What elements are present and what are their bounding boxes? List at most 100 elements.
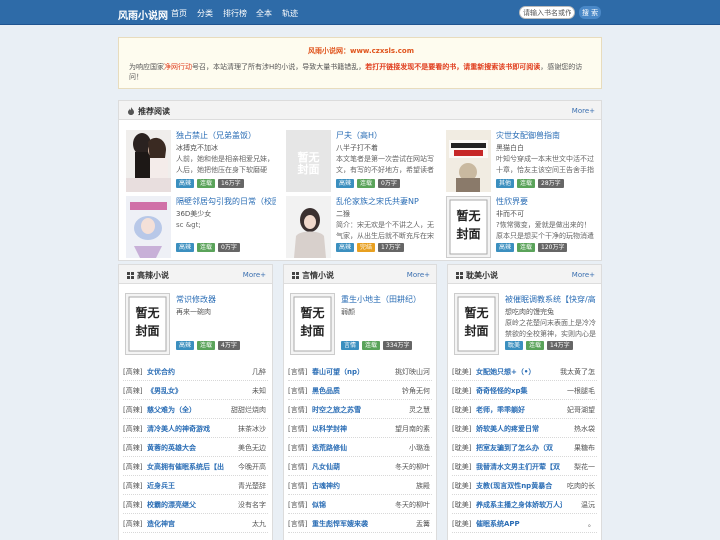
list-item-title[interactable]: 慈父难为（全） — [147, 405, 233, 415]
tag-size: 28万字 — [538, 179, 564, 188]
featured-title[interactable]: 重生小地主（田耕纪） — [341, 294, 433, 305]
list-item: [高辣] 慈父难为（全） 甜甜烂烧肉 — [123, 400, 268, 419]
column-more-link[interactable]: More+ — [572, 271, 595, 279]
default-cover-text: 暂无 封面 — [297, 151, 320, 176]
list-item-category: [高辣] — [123, 368, 143, 376]
list-item-category: [耽美] — [452, 463, 472, 471]
featured-tags: 耽美 连载 14万字 — [505, 340, 576, 350]
list-item: [言情] 古魂神约 族殿 — [288, 476, 432, 495]
list-item-category: [言情] — [288, 520, 308, 528]
list-item-title[interactable]: 养成系主播之身体娇软万人迷 — [476, 500, 562, 510]
book-title[interactable]: 独占禁止（兄弟盖饭） — [176, 130, 274, 141]
nav-history[interactable]: 轨迹 — [282, 8, 298, 19]
list-item-title[interactable]: 古魂神约 — [312, 481, 398, 491]
tag-category[interactable]: 其他 — [496, 179, 515, 188]
list-item-title[interactable]: 清冷美人的神奇游戏 — [147, 424, 233, 434]
book-title[interactable]: 乱伦家族之宋氏共妻NP — [336, 196, 436, 207]
featured-title[interactable]: 被催眠调教系统【快穿/高 — [505, 294, 597, 305]
list-item-title[interactable]: 支教(现言双性np黄暴合 — [476, 481, 562, 491]
notice-text: 号召，本站清理了所有涉H的小说，导致大量书籍错乱， — [192, 63, 366, 71]
list-item-title[interactable]: 重生彪悍军嫂来袭 — [312, 519, 398, 529]
list-item-title[interactable]: 逃荒路修仙 — [312, 443, 398, 453]
list-item-category: [言情] — [288, 501, 308, 509]
book-title[interactable]: 性欣界要 — [496, 196, 596, 207]
tag-category[interactable]: 高辣 — [336, 243, 355, 252]
book-tags: 高辣 连载 0万字 — [176, 242, 243, 252]
list-item-title[interactable]: 黑色品质 — [312, 386, 398, 396]
site-logo[interactable]: 风雨小说网 — [118, 7, 168, 22]
list-item-title[interactable]: 把室友骗到了怎么办（双 — [476, 443, 562, 453]
list-item-title[interactable]: 近身兵王 — [147, 481, 233, 491]
list-item-title[interactable]: 催眠系统APP — [476, 519, 562, 529]
list-item-title[interactable]: 奇奇怪怪的xp集 — [476, 386, 562, 396]
tag-category[interactable]: 高辣 — [176, 179, 195, 188]
tag-category[interactable]: 耽美 — [505, 341, 524, 350]
featured-cover[interactable]: 暂无 封面 — [125, 293, 170, 355]
list-item-title[interactable]: 校霸的漂亮继父 — [147, 500, 233, 510]
nav-ranking[interactable]: 排行榜 — [223, 8, 247, 19]
nav-complete[interactable]: 全本 — [256, 8, 272, 19]
list-item-title[interactable]: 以科学封神 — [312, 424, 398, 434]
book-title[interactable]: 隔壁邻居勾引我的日常（校园 — [176, 196, 276, 207]
tag-category[interactable]: 言情 — [341, 341, 360, 350]
list-item-title[interactable]: 时空之旅之苏雪 — [312, 405, 398, 415]
list-item-author: 今晚开高 — [238, 463, 266, 471]
list-item-title[interactable]: 我替清水文男主们开荤【双 — [476, 462, 562, 472]
book-cover-default[interactable]: 暂无 封面 — [286, 130, 331, 192]
svg-text:暂无: 暂无 — [456, 208, 480, 223]
book-title[interactable]: 灾世女配御兽指南 — [496, 130, 596, 141]
list-item-title[interactable]: 似锦 — [312, 500, 398, 510]
list-item-category: [言情] — [288, 444, 308, 452]
featured-cover[interactable]: 暂无 封面 — [290, 293, 335, 355]
list-item-category: [言情] — [288, 387, 308, 395]
book-desc: 本文笔者是第一次尝试在网站写文，有写的不好地方，希望读者大 — [336, 155, 434, 174]
search-input[interactable] — [519, 6, 575, 19]
notice-body: 为响应国家净网行动号召，本站清理了所有涉H的小说，导致大量书籍错乱，若打开链接发… — [129, 62, 593, 82]
column-more-link[interactable]: More+ — [407, 271, 430, 279]
list-item-author: 我太黄了怎 — [560, 368, 595, 376]
column-more-link[interactable]: More+ — [243, 271, 266, 279]
svg-text:暂无: 暂无 — [300, 305, 324, 320]
fire-icon — [128, 107, 134, 115]
recommend-header: 推荐阅读 More+ — [119, 101, 601, 120]
tag-category[interactable]: 高辣 — [496, 243, 515, 252]
nav-home[interactable]: 首页 — [171, 8, 187, 19]
list-item-title[interactable]: 春山可望（np） — [312, 367, 398, 377]
list-item-author: 几醉 — [252, 368, 266, 376]
book-cover[interactable] — [446, 130, 491, 192]
list-item-title[interactable]: 《男乱女》 — [147, 386, 233, 396]
featured-cover[interactable]: 暂无 封面 — [454, 293, 499, 355]
tag-category[interactable]: 高辣 — [176, 243, 195, 252]
book-title[interactable]: 尸夫（高H） — [336, 130, 434, 141]
book-cover-default[interactable]: 暂无 封面 — [446, 196, 491, 258]
tag-size: 14万字 — [547, 341, 573, 350]
list-item-title[interactable]: 造化神宫 — [147, 519, 233, 529]
recommend-more-link[interactable]: More+ — [572, 107, 595, 115]
list-item-author: 吃肉的长 — [567, 482, 595, 490]
list-item-title[interactable]: 女高拥有催眠系统后【出 — [147, 462, 233, 472]
list-item-author: 热水袋 — [574, 425, 595, 433]
list-item-author: 抹茶冰沙 — [238, 425, 266, 433]
list-item-title[interactable]: 娇软美人的疼爱日常 — [476, 424, 562, 434]
list-item-title[interactable]: 老师，乖乖躺好 — [476, 405, 562, 415]
list-item-title[interactable]: 黄蓉的英雄大会 — [147, 443, 233, 453]
nav-category[interactable]: 分类 — [197, 8, 213, 19]
book-cover[interactable] — [286, 196, 331, 258]
list-item-title[interactable]: 女优合约 — [147, 367, 233, 377]
book-author: 二猴 — [336, 210, 350, 218]
book-author: 36D美少女 — [176, 210, 212, 218]
featured-desc: 原岭之花楚问末表面上是冷冷禁欲的全校第神，实则内心是 — [505, 319, 596, 338]
featured-title[interactable]: 常识修改器 — [176, 294, 268, 305]
tag-category[interactable]: 高辣 — [176, 341, 195, 350]
list-item-title[interactable]: 女配她只想+（•） — [476, 367, 562, 377]
recommend-title-text: 推荐阅读 — [138, 107, 170, 116]
tag-category[interactable]: 高辣 — [336, 179, 355, 188]
book-cover[interactable] — [126, 130, 171, 192]
list-item-category: [高辣] — [123, 501, 143, 509]
book-cover[interactable] — [126, 196, 171, 258]
search-button[interactable]: 搜 索 — [579, 6, 601, 19]
list-item-category: [高辣] — [123, 463, 143, 471]
list-item-title[interactable]: 凡女仙葫 — [312, 462, 398, 472]
list-item: [耽美] 把室友骗到了怎么办（双 果糖布 — [452, 438, 597, 457]
list-item-category: [言情] — [288, 368, 308, 376]
